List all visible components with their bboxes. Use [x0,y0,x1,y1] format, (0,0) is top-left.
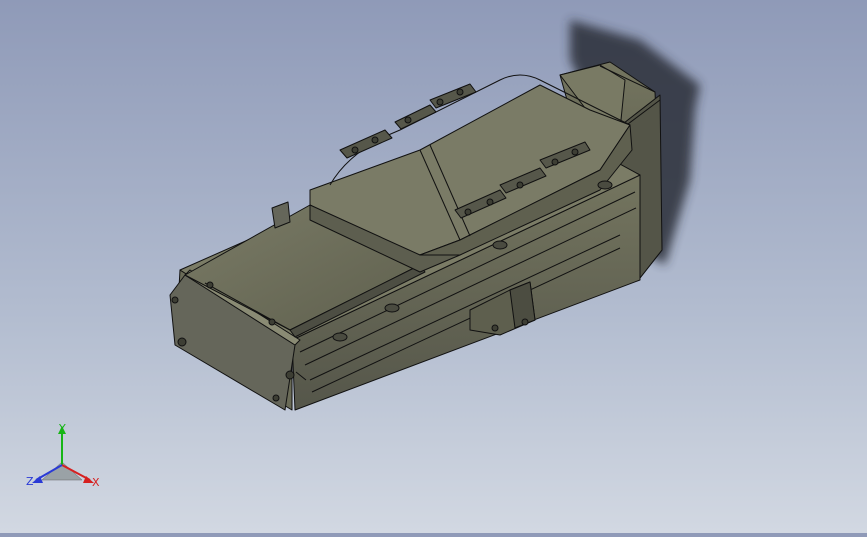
linear-actuator-model[interactable] [169,61,663,411]
z-axis-label: Z [26,475,34,488]
y-axis-label: Y [58,422,66,435]
coordinate-triad: Y X Z [26,422,100,489]
x-axis-label: X [92,476,100,489]
cad-viewport[interactable]: Y X Z [0,0,867,533]
model-canvas[interactable] [0,0,867,533]
